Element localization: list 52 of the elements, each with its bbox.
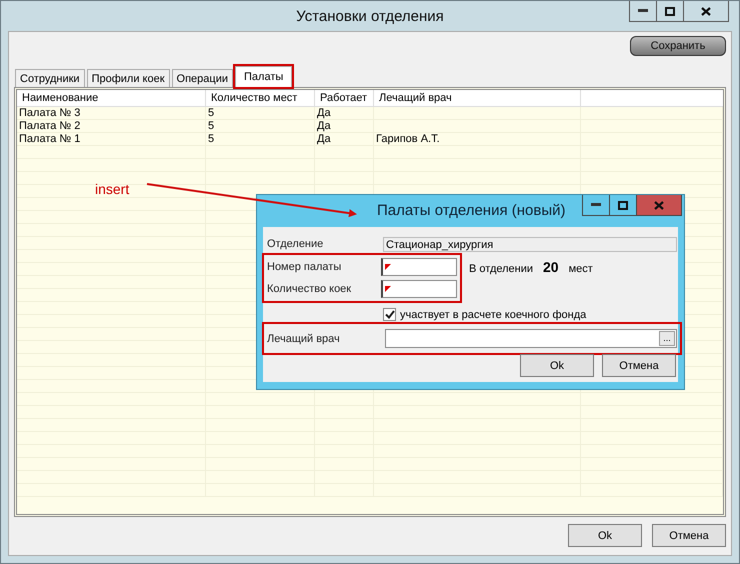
tab[interactable]: Палаты	[235, 66, 292, 87]
table-cell: Да	[315, 120, 374, 132]
checkbox-label: участвует в расчете коечного фонда	[400, 308, 586, 320]
dialog-title: Палаты отделения (новый)	[377, 202, 566, 218]
save-button[interactable]: Сохранить	[630, 36, 726, 56]
info-label: мест	[568, 263, 593, 275]
field-label: Отделение	[267, 238, 324, 250]
dialog-button[interactable]: Ok	[568, 524, 642, 547]
table-cell: 5	[206, 133, 315, 145]
dialog-button[interactable]: Ok	[520, 354, 594, 377]
required-marker-icon	[385, 264, 392, 270]
window-title: Установки отделения	[296, 8, 444, 24]
minimize-icon	[591, 203, 601, 207]
browse-button[interactable]: ...	[659, 331, 675, 346]
checkbox[interactable]	[383, 308, 396, 321]
minimize-icon	[638, 9, 648, 13]
close-button[interactable]	[683, 1, 729, 22]
close-icon	[654, 200, 664, 210]
column-header[interactable]: Работает	[315, 90, 374, 106]
dialog-button[interactable]: Отмена	[652, 524, 726, 547]
minimize-button[interactable]	[629, 1, 657, 22]
field-label: Номер палаты	[267, 261, 342, 273]
tab[interactable]: Профили коек	[86, 69, 170, 87]
doctor-field[interactable]: ...	[385, 329, 677, 348]
required-marker-icon	[385, 286, 392, 292]
column-header[interactable]: Наименование	[17, 90, 206, 106]
minimize-button[interactable]	[582, 195, 610, 216]
table-cell: 5	[206, 107, 315, 119]
input-field[interactable]	[381, 280, 457, 298]
table-cell: Палата № 1	[17, 133, 206, 145]
tab[interactable]: Сотрудники	[15, 69, 85, 87]
field-label: Количество коек	[267, 283, 352, 295]
field-label: Лечащий врач	[267, 332, 341, 344]
column-header[interactable]: Количество мест	[206, 90, 315, 106]
table-cell: Гарипов А.Т.	[374, 133, 581, 145]
close-icon	[701, 6, 711, 16]
maximize-icon	[618, 200, 628, 210]
info-label: В отделении	[469, 263, 534, 275]
maximize-icon	[665, 6, 675, 16]
table-cell: 5	[206, 120, 315, 132]
check-icon	[384, 310, 394, 319]
annotation-label: insert	[95, 181, 130, 197]
table-cell: Да	[315, 133, 374, 145]
table-cell: Палата № 3	[17, 107, 206, 119]
table-cell: Палата № 2	[17, 120, 206, 132]
input-field[interactable]	[381, 258, 457, 276]
department-field: Стационар_хирургия	[383, 236, 677, 252]
table-cell: Да	[315, 107, 374, 119]
tab[interactable]: Операции	[172, 69, 234, 87]
dialog-button[interactable]: Отмена	[602, 354, 676, 377]
column-header[interactable]: Лечащий врач	[374, 90, 581, 106]
bed-count: 20	[543, 259, 559, 275]
